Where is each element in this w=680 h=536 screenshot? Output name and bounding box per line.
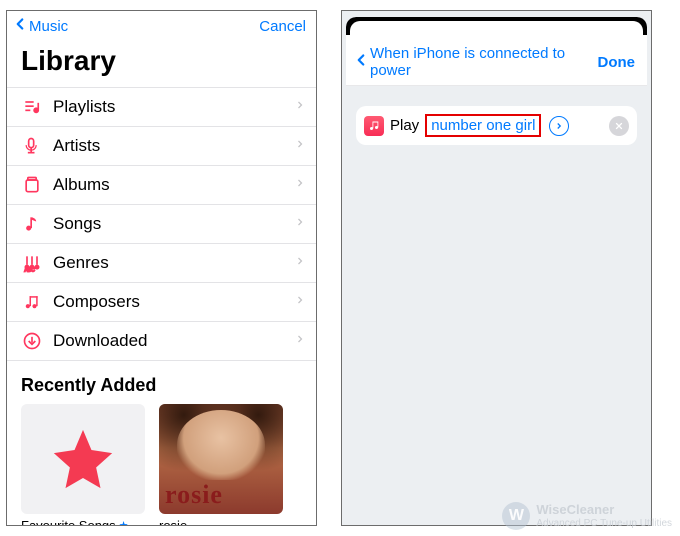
- album-favourite-songs[interactable]: Favourite Songs ★: [21, 404, 145, 526]
- svg-text:ABC: ABC: [25, 267, 36, 273]
- songs-icon: [21, 213, 43, 235]
- chevron-right-icon: [294, 332, 306, 350]
- albums-icon: [21, 174, 43, 196]
- star-icon: [48, 424, 118, 494]
- list-label: Albums: [53, 175, 284, 195]
- library-item-downloaded[interactable]: Downloaded: [7, 322, 316, 361]
- music-library-screen: Music Cancel Library Playlists Artists: [6, 10, 317, 526]
- chevron-right-icon: [294, 215, 306, 233]
- chevron-right-icon: [294, 293, 306, 311]
- page-title: Library: [7, 39, 316, 87]
- shortcuts-action-screen: When iPhone is connected to power Done P…: [341, 10, 652, 526]
- list-label: Playlists: [53, 97, 284, 117]
- cancel-button[interactable]: Cancel: [259, 18, 306, 35]
- sheet-grabber[interactable]: [346, 17, 647, 35]
- action-parameter[interactable]: number one girl: [425, 114, 541, 137]
- album-art: [21, 404, 145, 514]
- album-art: rosie: [159, 404, 283, 514]
- recently-added-row: Favourite Songs ★ rosie rosie ROSÉ: [7, 404, 316, 526]
- list-label: Songs: [53, 214, 284, 234]
- playlists-icon: [21, 96, 43, 118]
- list-label: Composers: [53, 292, 284, 312]
- album-title: rosie: [159, 518, 283, 526]
- back-label: When iPhone is connected to power: [370, 45, 598, 79]
- starred-icon: ★: [119, 519, 129, 526]
- library-item-genres[interactable]: ABC Genres: [7, 244, 316, 283]
- recently-added-header: Recently Added: [7, 361, 316, 404]
- clear-action-button[interactable]: [609, 116, 629, 136]
- back-label: Music: [29, 18, 68, 35]
- list-label: Downloaded: [53, 331, 284, 351]
- nav-bar: Music Cancel: [7, 11, 316, 39]
- genres-icon: ABC: [21, 252, 43, 274]
- play-music-action[interactable]: Play number one girl: [356, 106, 637, 145]
- chevron-left-icon: [352, 51, 370, 73]
- library-item-composers[interactable]: Composers: [7, 283, 316, 322]
- downloaded-icon: [21, 330, 43, 352]
- album-rosie[interactable]: rosie rosie ROSÉ: [159, 404, 283, 526]
- back-button[interactable]: Music: [11, 15, 68, 37]
- chevron-left-icon: [11, 15, 29, 37]
- chevron-right-icon: [294, 137, 306, 155]
- chevron-right-icon: [294, 98, 306, 116]
- nav-bar: When iPhone is connected to power Done: [346, 35, 647, 86]
- library-item-artists[interactable]: Artists: [7, 127, 316, 166]
- library-item-playlists[interactable]: Playlists: [7, 87, 316, 127]
- back-button[interactable]: When iPhone is connected to power: [352, 45, 598, 79]
- expand-action-icon[interactable]: [549, 116, 569, 136]
- album-title: Favourite Songs ★: [21, 518, 145, 526]
- chevron-right-icon: [294, 254, 306, 272]
- artists-icon: [21, 135, 43, 157]
- library-item-albums[interactable]: Albums: [7, 166, 316, 205]
- action-verb: Play: [390, 117, 419, 134]
- album-art-text: rosie: [165, 480, 223, 510]
- list-label: Genres: [53, 253, 284, 273]
- chevron-right-icon: [294, 176, 306, 194]
- list-label: Artists: [53, 136, 284, 156]
- composers-icon: [21, 291, 43, 313]
- library-item-songs[interactable]: Songs: [7, 205, 316, 244]
- done-button[interactable]: Done: [598, 54, 636, 71]
- library-list: Playlists Artists Albums: [7, 87, 316, 361]
- music-app-icon: [364, 116, 384, 136]
